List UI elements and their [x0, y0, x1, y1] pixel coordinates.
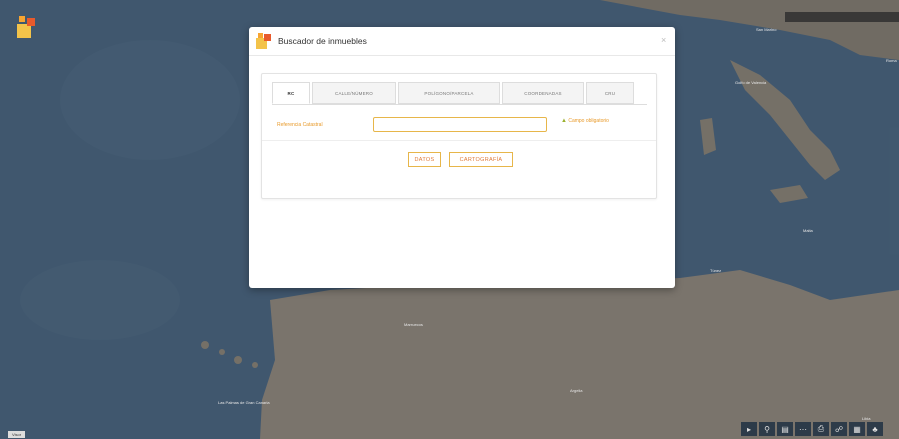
tab-rc[interactable]: RC: [272, 82, 310, 104]
search-icon[interactable]: ⚲: [759, 422, 775, 436]
ruler-icon[interactable]: ⋯: [795, 422, 811, 436]
arrow-icon[interactable]: ▸: [741, 422, 757, 436]
map-label-libia: Libia: [862, 416, 871, 421]
share-icon[interactable]: ☍: [831, 422, 847, 436]
close-icon[interactable]: ×: [661, 35, 666, 45]
tab-calle-numero[interactable]: CALLE/NÚMERO: [312, 82, 396, 104]
modal-header: Buscador de inmuebles ×: [249, 27, 675, 56]
search-tabs: RC CALLE/NÚMERO POLÍGONO/PARCELA COORDEN…: [272, 82, 636, 104]
search-panel: RC CALLE/NÚMERO POLÍGONO/PARCELA COORDEN…: [261, 73, 657, 199]
map-label-roma: Roma: [886, 58, 897, 63]
app-logo-icon[interactable]: [17, 16, 39, 38]
print-icon[interactable]: ⎙: [813, 422, 829, 436]
ref-catastral-label: Referencia Catastral: [277, 122, 323, 128]
form-divider: [262, 140, 656, 141]
search-modal: Buscador de inmuebles × RC CALLE/NÚMERO …: [249, 27, 675, 288]
warning-icon: ▲: [561, 118, 567, 124]
required-text: Campo obligatorio: [568, 118, 609, 124]
grid-icon[interactable]: ▦: [849, 422, 865, 436]
map-label-san-marino: San Marino: [756, 27, 777, 32]
tab-cru[interactable]: CRU: [586, 82, 634, 104]
map-label-golfo: Golfo de Valencia: [735, 80, 767, 85]
required-note: ▲ Campo obligatorio: [561, 118, 609, 124]
datos-button[interactable]: DATOS: [408, 152, 441, 167]
tab-poligono-parcela[interactable]: POLÍGONO/PARCELA: [398, 82, 500, 104]
map-label-marruecos: Marruecos: [404, 322, 423, 327]
ref-catastral-input[interactable]: [373, 117, 547, 132]
map-label-tunez: Túnez: [710, 268, 722, 273]
modal-logo-icon: [256, 33, 272, 49]
top-right-panel[interactable]: [785, 12, 899, 22]
scale-label: Visor: [8, 431, 26, 438]
layers-icon[interactable]: ▤: [777, 422, 793, 436]
tree-icon[interactable]: ♣: [867, 422, 883, 436]
map-label-malta: Malta: [803, 228, 813, 233]
map-toolbar: ▸ ⚲ ▤ ⋯ ⎙ ☍ ▦ ♣: [741, 422, 883, 436]
modal-title: Buscador de inmuebles: [278, 36, 367, 46]
map-label-las-palmas: Las Palmas de Gran Canaria: [218, 400, 270, 405]
tabs-underline: [272, 104, 647, 105]
map-label-argelia: Argelia: [570, 388, 583, 393]
tab-coordenadas[interactable]: COORDENADAS: [502, 82, 584, 104]
cartografia-button[interactable]: CARTOGRAFÍA: [449, 152, 513, 167]
